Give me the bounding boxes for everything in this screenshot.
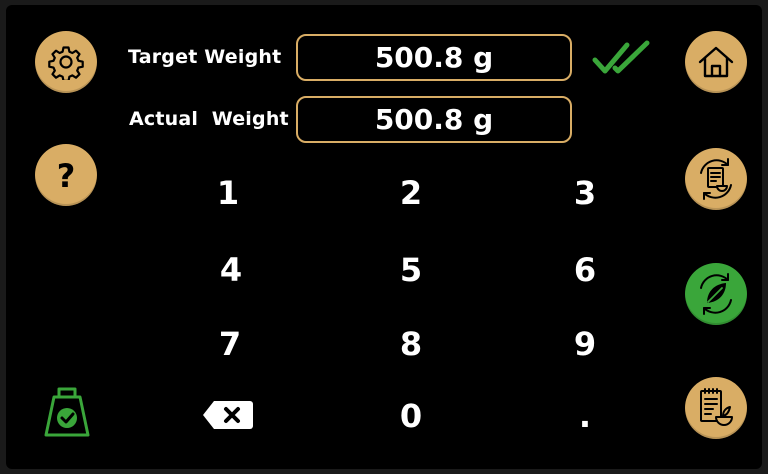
svg-text:?: ?	[57, 157, 76, 193]
key-4[interactable]: 4	[191, 245, 271, 295]
leaf-sync-icon	[700, 273, 732, 315]
weighing-screen: ? Target Weight 500.8 g Actual Weight 50…	[6, 5, 762, 469]
key-8[interactable]: 8	[371, 319, 451, 369]
key-9[interactable]: 9	[545, 319, 625, 369]
actual-weight-field: 500.8 g	[296, 96, 572, 143]
gear-icon	[48, 46, 84, 80]
key-1[interactable]: 1	[188, 168, 268, 218]
key-0[interactable]: 0	[371, 391, 451, 441]
help-button[interactable]: ?	[35, 144, 97, 206]
recipe-sync-icon	[700, 158, 732, 200]
question-icon: ?	[57, 157, 76, 193]
target-weight-value: 500.8 g	[374, 41, 494, 74]
key-decimal[interactable]: .	[545, 391, 625, 441]
recipe-button[interactable]	[685, 377, 747, 439]
key-5[interactable]: 5	[371, 245, 451, 295]
scale-status-button[interactable]	[40, 385, 94, 441]
backspace-icon	[203, 401, 253, 429]
double-check-icon	[592, 40, 650, 74]
leaf-sync-button[interactable]	[685, 263, 747, 325]
recipe-icon	[700, 388, 733, 426]
target-weight-field[interactable]: 500.8 g	[296, 34, 572, 81]
home-button[interactable]	[685, 31, 747, 93]
confirm-button[interactable]	[590, 37, 654, 79]
scale-check-icon	[44, 387, 90, 437]
actual-weight-label: Actual Weight	[129, 108, 289, 130]
backspace-key[interactable]	[188, 390, 268, 440]
key-7[interactable]: 7	[190, 319, 270, 369]
recipe-sync-button[interactable]	[685, 148, 747, 210]
home-icon	[698, 46, 734, 78]
key-3[interactable]: 3	[545, 168, 625, 218]
key-6[interactable]: 6	[545, 245, 625, 295]
target-weight-label: Target Weight	[128, 46, 282, 68]
key-2[interactable]: 2	[371, 168, 451, 218]
settings-button[interactable]	[35, 31, 97, 93]
actual-weight-value: 500.8 g	[374, 103, 494, 136]
